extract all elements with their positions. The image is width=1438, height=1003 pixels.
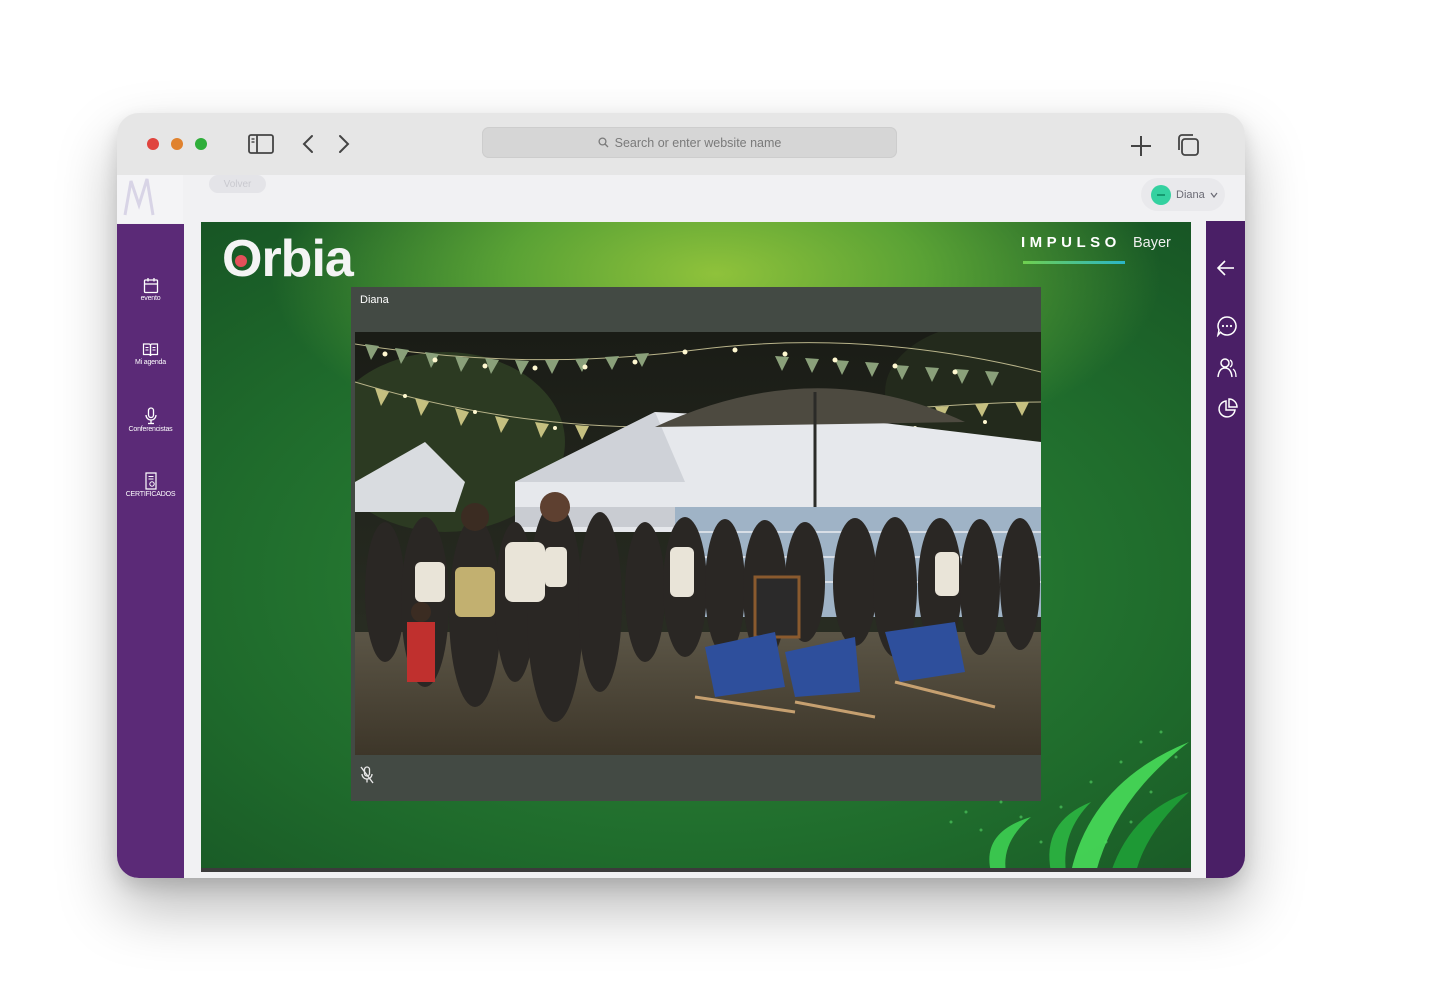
nav-label: Mi agenda — [135, 359, 166, 366]
arrow-left-icon[interactable] — [1216, 259, 1236, 277]
people-icon[interactable] — [1216, 357, 1238, 379]
user-name: Diana — [1176, 188, 1205, 201]
stage-bottom-border — [201, 868, 1191, 872]
back-button[interactable]: Volver — [209, 175, 266, 193]
new-tab-icon[interactable] — [1130, 135, 1152, 157]
nav-label: evento — [140, 295, 161, 302]
nav-item-evento[interactable]: evento — [117, 277, 184, 302]
event-stage: Orbia IMPULSO Bayer Diana — [201, 222, 1191, 872]
sidebar-toggle-icon[interactable] — [248, 133, 274, 155]
back-arrow-icon[interactable] — [301, 134, 315, 154]
site-logo — [117, 175, 183, 223]
calendar-icon — [143, 278, 158, 294]
chevron-down-icon — [1210, 192, 1218, 198]
nav-item-conferencistas[interactable]: Conferencistas — [117, 407, 184, 433]
avatar — [1151, 184, 1171, 205]
nav-item-mi-agenda[interactable]: Mi agenda — [117, 342, 184, 366]
search-icon — [598, 137, 609, 148]
orbia-logo-dot — [235, 255, 247, 267]
mic-muted-icon[interactable] — [360, 766, 374, 784]
forward-arrow-icon[interactable] — [337, 134, 351, 154]
chat-icon[interactable] — [1216, 315, 1238, 337]
browser-window: Search or enter website name Volver Dian… — [117, 113, 1245, 878]
book-icon — [142, 343, 159, 357]
nav-label: Conferencistas — [128, 426, 173, 433]
zoom-window-button[interactable] — [195, 138, 207, 150]
address-placeholder: Search or enter website name — [614, 135, 782, 150]
tab-overview-icon[interactable] — [1176, 133, 1200, 157]
nav-item-certificados[interactable]: CERTIFICADOS — [117, 472, 184, 498]
partner-underline — [1023, 261, 1125, 264]
video-frame-image — [355, 332, 1041, 755]
browser-toolbar: Search or enter website name — [117, 113, 1245, 176]
microphone-icon — [144, 407, 157, 425]
partner-word: IMPULSO — [1021, 234, 1121, 251]
web-page: Volver Diana evento Mi agenda Conferenci… — [117, 175, 1245, 878]
right-sidebar — [1206, 221, 1245, 878]
user-menu[interactable]: Diana — [1141, 178, 1225, 211]
certificate-icon — [144, 472, 157, 490]
decorative-leaves-graphic — [949, 730, 1189, 872]
address-bar[interactable]: Search or enter website name — [482, 127, 897, 158]
nav-label: CERTIFICADOS — [125, 491, 176, 498]
participant-name: Diana — [360, 294, 389, 306]
partner-brand: Bayer — [1133, 235, 1171, 251]
close-window-button[interactable] — [147, 138, 159, 150]
video-feed — [355, 332, 1041, 755]
minimize-window-button[interactable] — [171, 138, 183, 150]
pie-chart-icon[interactable] — [1216, 398, 1238, 420]
left-sidebar: evento Mi agenda Conferencistas CERTIFIC… — [117, 224, 184, 878]
